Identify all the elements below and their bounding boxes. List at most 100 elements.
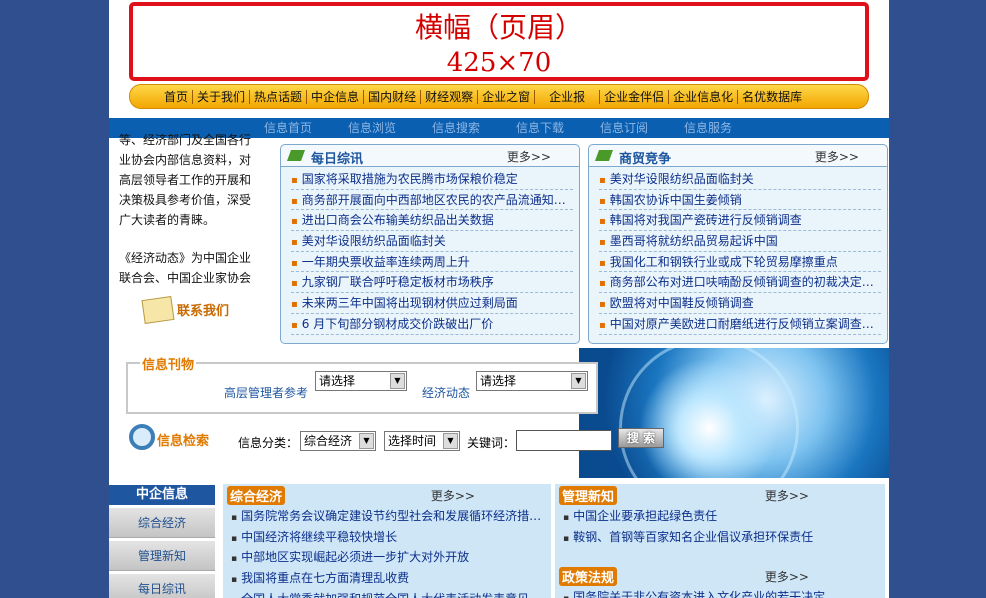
news-item[interactable]: 我国化工和钢铁行业或成下轮贸易摩擦重点 — [599, 252, 881, 273]
daily-news-header: 每日综讯 更多>> — [281, 145, 579, 167]
nav-window[interactable]: 企业之窗 — [478, 90, 534, 104]
news-item[interactable]: 进出口商会公布输美纺织品出关数据 — [291, 210, 573, 232]
time-select-value: 选择时间 — [388, 434, 437, 448]
chevron-down-icon: ▼ — [571, 373, 586, 389]
keyword-label: 关键词： — [467, 436, 516, 450]
nav-database[interactable]: 名优数据库 — [738, 90, 806, 104]
left-menu: 中企信息 综合经济 管理新知 每日综讯 — [109, 485, 215, 598]
news-item[interactable]: 未来两三年中国将出现钢材供应过剩局面 — [291, 293, 573, 314]
journal-panel: 信息刊物 高层管理者参考 请选择 ▼ 经济动态 请选择 ▼ — [126, 354, 598, 414]
news-item[interactable]: 韩国将对我国产瓷砖进行反倾销调查 — [599, 210, 881, 232]
journal-label: 信息刊物 — [140, 354, 197, 373]
nav-about[interactable]: 关于我们 — [193, 90, 249, 104]
category-select-value: 综合经济 — [304, 434, 353, 448]
chevron-down-icon: ▼ — [359, 433, 374, 449]
nav-info[interactable]: 中企信息 — [307, 90, 363, 104]
banner-size: 425×70 — [446, 48, 552, 78]
news-item[interactable]: 美对华设限纺织品面临封关 — [291, 231, 573, 252]
econ-column: 综合经济 更多>> 国务院常务会议确定建设节约型社会和发展循环经济措… 中国经济… — [223, 484, 551, 598]
subnav-home[interactable]: 信息首页 — [264, 118, 348, 138]
news-item[interactable]: 墨西哥将就纺织品贸易起诉中国 — [599, 231, 881, 252]
time-select[interactable]: 选择时间 ▼ — [384, 431, 460, 451]
journal-select-2-value: 请选择 — [480, 374, 517, 388]
nav-finance[interactable]: 国内财经 — [364, 90, 420, 104]
intro-line: 决策极具参考价值，深受 — [119, 193, 252, 207]
intro-text: 等、经济部门及全国各行 业协会内部信息资料，对 高层领导者工作的开展和 决策极具… — [119, 133, 267, 288]
intro-line: 广大读者的青睐。 — [119, 213, 216, 227]
left-menu-item[interactable]: 综合经济 — [109, 508, 215, 538]
subnav-search[interactable]: 信息搜索 — [432, 118, 516, 138]
intro-line: 高层领导者工作的开展和 — [119, 173, 252, 187]
daily-news-more-link[interactable]: 更多>> — [507, 148, 551, 165]
nav-paper[interactable]: 企业报 — [535, 90, 599, 104]
list-item[interactable]: 中国企业要承担起绿色责任 — [563, 506, 877, 527]
category-select[interactable]: 综合经济 ▼ — [300, 431, 376, 451]
mgmt-header: 管理新知 更多>> — [555, 484, 885, 506]
tag-icon — [286, 150, 306, 161]
subnav-browse[interactable]: 信息浏览 — [348, 118, 432, 138]
news-item[interactable]: 商务部公布对进口呋喃酚反倾销调查的初裁决定… — [599, 272, 881, 294]
list-item[interactable]: 鞍钢、首钢等百家知名企业倡议承担环保责任 — [563, 527, 877, 548]
subnav-service[interactable]: 信息服务 — [684, 118, 768, 138]
nav-partner[interactable]: 企业金伴侣 — [600, 90, 668, 104]
mgmt-title: 管理新知 — [559, 486, 618, 505]
trade-news-title: 商贸竞争 — [619, 152, 672, 167]
nav-it[interactable]: 企业信息化 — [669, 90, 737, 104]
left-menu-header: 中企信息 — [109, 485, 215, 505]
trade-news-header: 商贸竞争 更多>> — [589, 145, 887, 167]
news-item[interactable]: 韩国农协诉中国生姜倾销 — [599, 190, 881, 211]
news-item[interactable]: 欧盟将对中国鞋反倾销调查 — [599, 293, 881, 314]
news-item[interactable]: 一年期央票收益率连续两周上升 — [291, 252, 573, 273]
trade-news-box: 商贸竞争 更多>> 美对华设限纺织品面临封关 韩国农协诉中国生姜倾销 韩国将对我… — [588, 144, 888, 344]
news-item[interactable]: 九家钢厂联合呼吁稳定板材市场秩序 — [291, 272, 573, 294]
daily-news-box: 每日综讯 更多>> 国家将采取措施为农民腾市场保粮价稳定 商务部开展面向中西部地… — [280, 144, 580, 344]
trade-news-more-link[interactable]: 更多>> — [815, 148, 859, 165]
nav-hot-topics[interactable]: 热点话题 — [250, 90, 306, 104]
policy-more-link[interactable]: 更多>> — [765, 568, 809, 585]
search-button[interactable]: 搜 索 — [618, 428, 664, 448]
econ-header: 综合经济 更多>> — [223, 484, 551, 506]
contact-us-button[interactable]: 联系我们 — [141, 296, 243, 326]
list-item[interactable]: 国务院关于非公有资本进入文化产业的若干决定 — [563, 587, 877, 598]
journal-select-2[interactable]: 请选择 ▼ — [476, 371, 588, 391]
subnav-download[interactable]: 信息下载 — [516, 118, 600, 138]
nav-home[interactable]: 首页 — [160, 90, 192, 104]
intro-line: 《经济动态》为中国企业 — [119, 251, 252, 265]
subnav-subscribe[interactable]: 信息订阅 — [600, 118, 684, 138]
left-menu-item[interactable]: 管理新知 — [109, 541, 215, 571]
page: 横幅（页眉） 425×70 首页 关于我们 热点话题 中企信息 国内财经 财经观… — [109, 0, 889, 598]
envelope-icon — [141, 296, 175, 324]
mgmt-more-link[interactable]: 更多>> — [765, 487, 809, 504]
intro-line: 业协会内部信息资料，对 — [119, 153, 252, 167]
chevron-down-icon: ▼ — [443, 433, 458, 449]
nav-observe[interactable]: 财经观察 — [421, 90, 477, 104]
left-menu-item[interactable]: 每日综讯 — [109, 574, 215, 598]
category-label: 信息分类： — [238, 436, 299, 450]
list-item[interactable]: 我国将重点在七方面清理乱收费 — [231, 568, 543, 589]
news-item[interactable]: 中国对原产美欧进口耐磨纸进行反倾销立案调查… — [599, 314, 881, 335]
globe-banner-image — [579, 348, 889, 478]
daily-news-title: 每日综讯 — [311, 152, 364, 167]
news-item[interactable]: 美对华设限纺织品面临封关 — [599, 169, 881, 190]
intro-line: 等、经济部门及全国各行 — [119, 133, 252, 147]
journal-item-2[interactable]: 经济动态 — [422, 384, 470, 401]
policy-title: 政策法规 — [559, 567, 618, 587]
header-banner: 横幅（页眉） 425×70 — [129, 2, 869, 81]
list-item[interactable]: 中国经济将继续平稳较快增长 — [231, 527, 543, 548]
top-nav: 首页 关于我们 热点话题 中企信息 国内财经 财经观察 企业之窗 企业报 企业金… — [129, 84, 869, 109]
news-item[interactable]: 国家将采取措施为农民腾市场保粮价稳定 — [291, 169, 573, 190]
journal-select-1[interactable]: 请选择 ▼ — [315, 371, 407, 391]
list-item[interactable]: 国务院常务会议确定建设节约型社会和发展循环经济措… — [231, 506, 543, 527]
intro-line — [119, 230, 267, 248]
econ-title: 综合经济 — [227, 486, 286, 505]
econ-more-link[interactable]: 更多>> — [431, 487, 475, 504]
intro-line: 联合会、中国企业家协会 — [119, 271, 252, 285]
mgmt-column: 管理新知 更多>> 中国企业要承担起绿色责任 鞍钢、首钢等百家知名企业倡议承担环… — [555, 484, 885, 598]
news-item[interactable]: 6 月下旬部分钢材成交价跌破出厂价 — [291, 314, 573, 335]
keyword-input[interactable] — [516, 430, 612, 451]
news-item[interactable]: 商务部开展面向中西部地区农民的农产品流通知… — [291, 190, 573, 211]
list-item[interactable]: 全国人大常委就加强和规范全国人大代表活动发表意见 — [231, 589, 543, 598]
search-section-label: 信息检索 — [157, 434, 210, 449]
journal-item-1[interactable]: 高层管理者参考 — [224, 384, 308, 401]
list-item[interactable]: 中部地区实现崛起必须进一步扩大对外开放 — [231, 547, 543, 568]
